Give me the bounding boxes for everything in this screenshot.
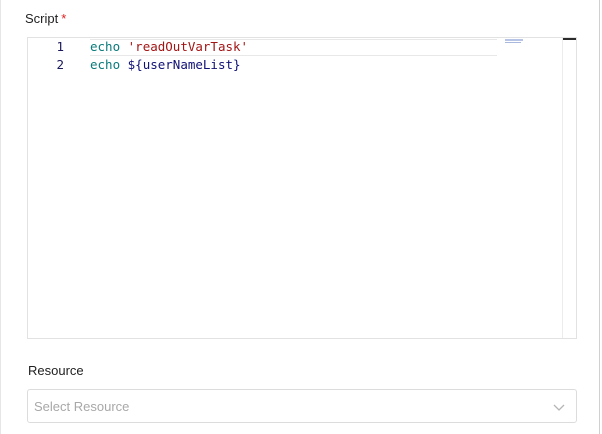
resource-label: Resource — [28, 363, 84, 378]
script-label: Script * — [25, 11, 66, 26]
code-keyword: echo — [90, 39, 121, 54]
editor-vertical-scrollbar[interactable] — [562, 38, 576, 338]
code-line-2[interactable]: 2 echo ${userNameList} — [28, 56, 498, 74]
scrollbar-thumb[interactable] — [563, 38, 576, 40]
code-line-1[interactable]: 1 echo 'readOutVarTask' — [28, 38, 498, 56]
code-string: 'readOutVarTask' — [127, 39, 249, 54]
line-code[interactable]: echo ${userNameList} — [90, 56, 241, 74]
resource-select-placeholder: Select Resource — [34, 399, 130, 414]
editor-minimap[interactable] — [505, 39, 525, 44]
form-panel: Script * 1 echo 'readOutVarTask' 2 echo $… — [0, 0, 600, 434]
chevron-down-icon — [553, 404, 565, 411]
script-label-text: Script — [25, 11, 59, 26]
line-code[interactable]: echo 'readOutVarTask' — [90, 38, 248, 56]
line-number: 2 — [56, 57, 64, 72]
code-variable: ${userNameList} — [127, 57, 241, 72]
line-number: 1 — [56, 39, 64, 54]
resource-select[interactable]: Select Resource — [27, 389, 577, 423]
script-editor[interactable]: 1 echo 'readOutVarTask' 2 echo ${userNam… — [27, 37, 577, 339]
required-asterisk: * — [61, 11, 67, 26]
code-keyword: echo — [90, 57, 121, 72]
